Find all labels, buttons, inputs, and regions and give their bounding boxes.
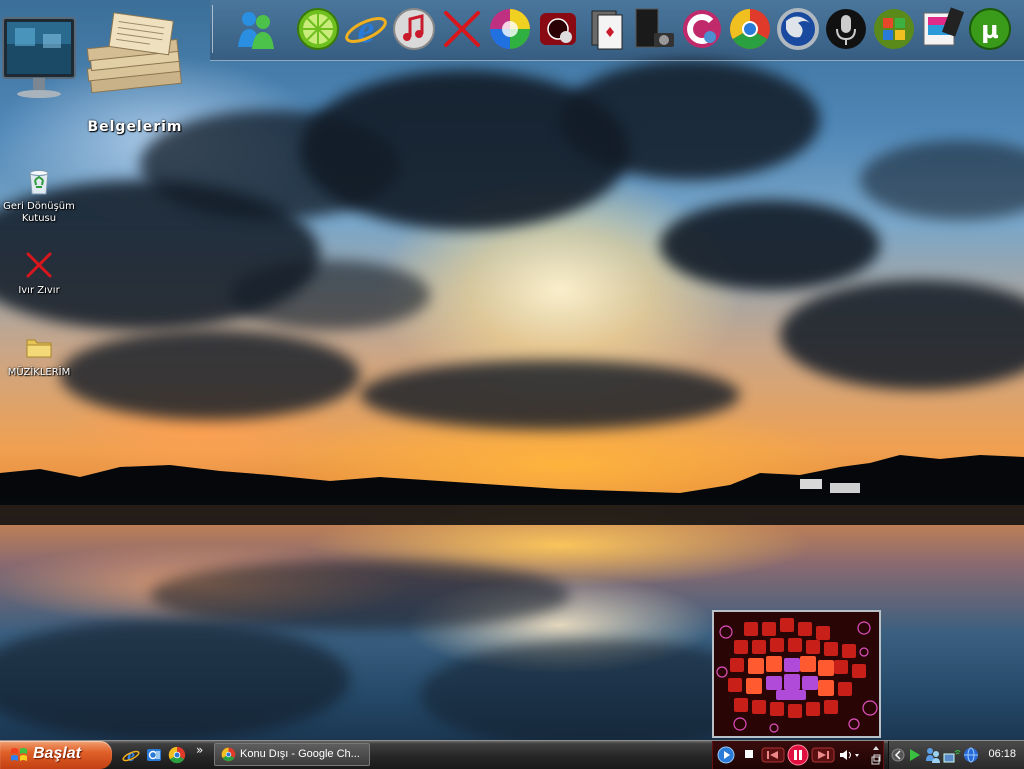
tray-collapse-icon[interactable] (891, 747, 905, 763)
wallpaper-cloud (60, 330, 360, 420)
svg-text:e: e (358, 9, 375, 51)
wallpaper-cloud (660, 200, 880, 290)
wallpaper-treeline (0, 455, 1024, 525)
next-icon[interactable] (811, 747, 835, 763)
previous-icon[interactable] (761, 747, 785, 763)
desktop-icon-belgelerim[interactable]: Belgelerim (80, 12, 190, 135)
documents-stack-icon (86, 12, 182, 94)
system-tray: 06:18 (888, 741, 1024, 769)
folder-icon (26, 339, 52, 358)
users-tray-icon[interactable] (925, 746, 941, 764)
restore-player-icon[interactable] (871, 744, 881, 766)
start-label: Başlat (33, 745, 82, 762)
firefox-icon[interactable] (776, 7, 820, 51)
itunes-icon[interactable] (392, 7, 436, 51)
visualizer-graphic (714, 612, 879, 736)
photo-icon[interactable] (920, 7, 964, 51)
quick-launch-overflow[interactable]: » (196, 743, 203, 757)
messenger-icon[interactable] (234, 7, 278, 51)
stop-icon[interactable] (745, 750, 753, 758)
svg-text:e: e (127, 746, 135, 764)
lime-icon[interactable] (296, 7, 340, 51)
media-player-toolbar (712, 741, 884, 769)
desktop-icon-label: Ivır Zıvır (18, 285, 60, 296)
dock-separator (212, 5, 213, 53)
recycle-bin-icon (29, 170, 49, 195)
windows-logo-icon (11, 748, 27, 761)
pause-icon[interactable] (787, 744, 809, 766)
media-player-icon[interactable] (536, 7, 580, 51)
red-x-icon (26, 252, 52, 278)
chrome-icon[interactable] (168, 746, 186, 764)
chrome-icon (221, 747, 236, 762)
taskbar-window-button[interactable]: Konu Dışı - Google Ch... (214, 743, 370, 766)
chrome-icon[interactable] (728, 7, 772, 51)
internet-explorer-icon[interactable]: e (344, 7, 388, 51)
wallpaper-reflection (150, 560, 570, 630)
taskbar-window-title: Konu Dışı - Google Ch... (240, 748, 360, 760)
play-tray-icon[interactable] (909, 748, 921, 762)
desktop-icon-computer[interactable] (0, 14, 78, 105)
taskbar: Başlat e » Konu Dışı - Google Ch... 06:1… (0, 740, 1024, 769)
svg-text:µ: µ (981, 16, 999, 44)
utorrent-icon[interactable]: µ (968, 7, 1012, 51)
outlook-icon[interactable] (145, 746, 163, 764)
desktop-icon-label: Belgelerim (87, 119, 183, 135)
windows-icon[interactable] (872, 7, 916, 51)
start-button[interactable]: Başlat (0, 741, 112, 769)
globe-tray-icon[interactable] (963, 747, 979, 763)
media-player-visualizer[interactable] (712, 610, 881, 738)
network-tray-icon[interactable] (943, 746, 961, 764)
desktop-icon-recycle-bin[interactable]: Geri Dönüşüm Kutusu (2, 166, 76, 225)
wallpaper-cloud (360, 360, 740, 430)
cards-icon[interactable] (584, 7, 628, 51)
camera-icon[interactable] (632, 7, 676, 51)
wallpaper-cloud (560, 60, 820, 180)
desktop-icon-label: MÜZİKLERİM (7, 367, 71, 378)
red-x-icon[interactable] (440, 7, 484, 51)
wmp-logo-icon[interactable] (717, 746, 735, 764)
microphone-icon[interactable] (824, 7, 868, 51)
ccleaner-icon[interactable] (680, 7, 724, 51)
desktop-icon-muziklerim[interactable]: MÜZİKLERİM (2, 332, 76, 379)
wallpaper-cloud (230, 260, 430, 330)
color-wheel-icon[interactable] (488, 7, 532, 51)
monitor-icon (2, 17, 76, 98)
desktop-icon-ivir-zivir[interactable]: Ivır Zıvır (2, 250, 76, 297)
clock[interactable]: 06:18 (988, 748, 1016, 760)
internet-explorer-icon[interactable]: e (122, 746, 140, 765)
volume-icon[interactable] (839, 749, 863, 761)
desktop-icon-label: Geri Dönüşüm Kutusu (3, 201, 75, 224)
